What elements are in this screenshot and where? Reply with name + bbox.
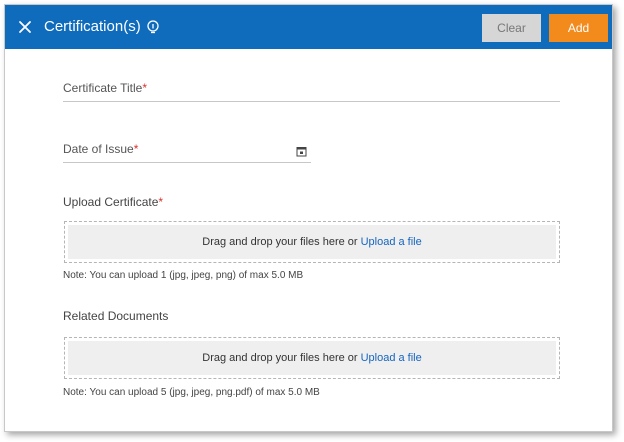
dropzone-text: Drag and drop your files here or: [202, 352, 358, 364]
required-marker: *: [142, 81, 148, 95]
certification-dialog: Certification(s) Clear Add Certificate T…: [4, 4, 613, 432]
upload-certificate-label: Upload Certificate*: [63, 195, 164, 209]
dialog-header: Certification(s) Clear Add: [5, 5, 612, 49]
calendar-icon[interactable]: [296, 146, 307, 157]
upload-file-link[interactable]: Upload a file: [361, 352, 422, 364]
related-documents-note: Note: You can upload 5 (jpg, jpeg, png.p…: [63, 387, 320, 398]
dialog-title-text: Certification(s): [44, 18, 141, 35]
close-icon[interactable]: [18, 20, 32, 34]
upload-file-link[interactable]: Upload a file: [361, 236, 422, 248]
date-of-issue-label: Date of Issue: [63, 142, 134, 156]
dropzone-text: Drag and drop your files here or: [202, 236, 358, 248]
dialog-title: Certification(s): [44, 18, 160, 35]
upload-certificate-dropzone[interactable]: Drag and drop your files here or Upload …: [64, 221, 560, 263]
clear-button[interactable]: Clear: [482, 14, 541, 42]
info-icon[interactable]: [146, 19, 160, 34]
related-documents-dropzone[interactable]: Drag and drop your files here or Upload …: [64, 337, 560, 379]
add-button[interactable]: Add: [549, 14, 608, 42]
certificate-title-label: Certificate Title: [63, 81, 143, 95]
required-marker: *: [133, 142, 139, 156]
related-documents-label: Related Documents: [63, 309, 169, 323]
upload-certificate-note: Note: You can upload 1 (jpg, jpeg, png) …: [63, 270, 304, 281]
date-of-issue-field[interactable]: Date of Issue*: [63, 142, 311, 163]
required-marker: *: [158, 195, 164, 209]
close-button[interactable]: [13, 15, 37, 39]
certificate-title-field[interactable]: Certificate Title*: [63, 81, 560, 102]
